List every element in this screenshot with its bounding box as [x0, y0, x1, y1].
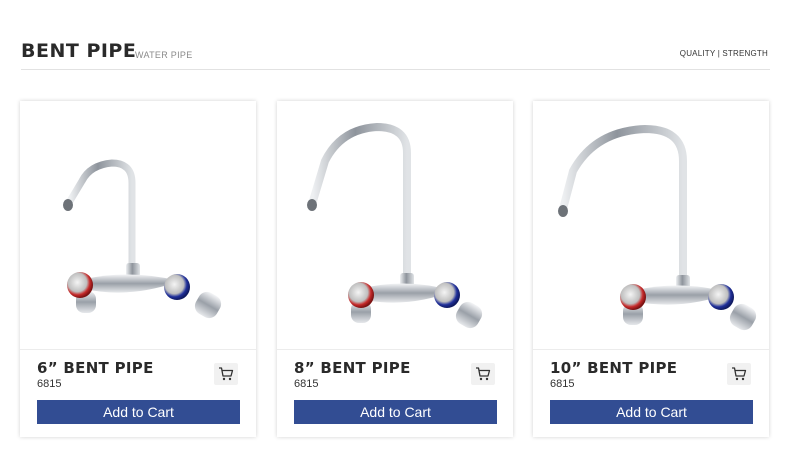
cart-icon-button[interactable] [471, 363, 495, 385]
section-subtitle: WATER PIPE [135, 50, 193, 60]
product-card[interactable]: 8” BENT PIPE 6815 Add to Cart [277, 101, 513, 437]
section-header: BENT PIPE WATER PIPE QUALITY | STRENGTH [21, 40, 770, 70]
shopping-cart-icon [219, 367, 234, 381]
product-image[interactable] [277, 101, 513, 350]
shopping-cart-icon [476, 367, 491, 381]
section-title: BENT PIPE [21, 40, 137, 62]
product-image[interactable] [20, 101, 256, 350]
section-tagline: QUALITY | STRENGTH [679, 49, 768, 58]
cart-icon-button[interactable] [214, 363, 238, 385]
product-code: 6815 [294, 378, 319, 390]
product-name[interactable]: 10” BENT PIPE [550, 359, 677, 377]
product-code: 6815 [550, 378, 575, 390]
shopping-cart-icon [732, 367, 747, 381]
cart-icon-button[interactable] [727, 363, 751, 385]
product-card[interactable]: 10” BENT PIPE 6815 Add to Cart [533, 101, 769, 437]
add-to-cart-button[interactable]: Add to Cart [294, 400, 497, 424]
product-name[interactable]: 6” BENT PIPE [37, 359, 154, 377]
product-code: 6815 [37, 378, 62, 390]
product-card[interactable]: 6” BENT PIPE 6815 Add to Cart [20, 101, 256, 437]
faucet-icon [558, 124, 757, 331]
product-image[interactable] [533, 101, 769, 350]
add-to-cart-button[interactable]: Add to Cart [550, 400, 753, 424]
faucet-icon [63, 159, 222, 319]
add-to-cart-button[interactable]: Add to Cart [37, 400, 240, 424]
faucet-icon [307, 122, 483, 329]
product-name[interactable]: 8” BENT PIPE [294, 359, 411, 377]
